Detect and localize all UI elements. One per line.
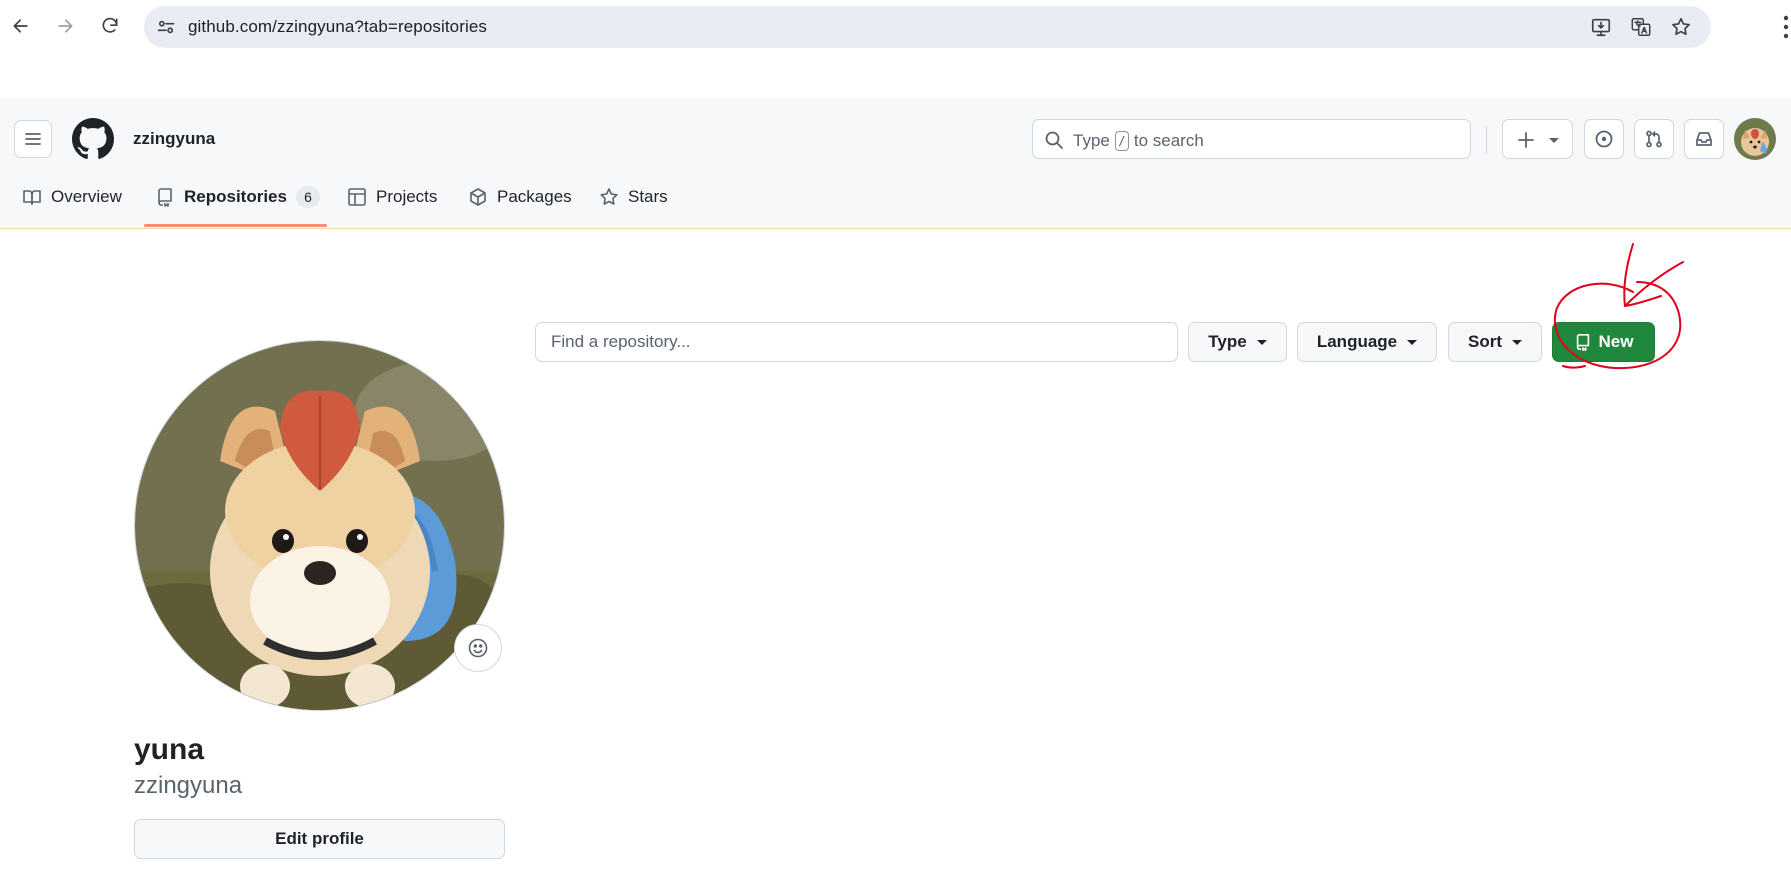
inbox-button[interactable] [1684, 119, 1724, 159]
search-shortcut-key: / [1114, 131, 1129, 151]
reload-button[interactable] [94, 10, 126, 42]
set-status-button[interactable] [454, 624, 502, 672]
type-filter-button[interactable]: Type [1188, 322, 1287, 362]
bookmark-star-icon[interactable] [1669, 15, 1693, 39]
header-divider [1486, 126, 1487, 154]
type-filter-label: Type [1208, 332, 1247, 351]
new-repository-button[interactable]: New [1552, 322, 1655, 362]
profile-name: yuna [134, 733, 205, 766]
tab-stars[interactable]: Stars [599, 180, 668, 214]
repositories-count-badge: 6 [295, 186, 320, 208]
search-placeholder: Type / to search [1073, 131, 1204, 151]
chevron-down-icon [1512, 339, 1522, 345]
tab-label: Repositories [184, 187, 287, 206]
browser-menu-icon[interactable] [1781, 14, 1791, 40]
github-header: zzingyuna Type / to search Overview Repo… [0, 98, 1791, 229]
tab-label: Overview [51, 187, 122, 206]
address-bar[interactable]: github.com/zzingyuna?tab=repositories [144, 6, 1711, 48]
chevron-down-icon [1549, 138, 1559, 143]
open-menu-button[interactable] [14, 120, 52, 158]
create-new-button[interactable] [1502, 119, 1573, 159]
install-app-icon[interactable] [1589, 15, 1613, 39]
chevron-down-icon [1407, 339, 1418, 345]
search-icon [1045, 131, 1063, 149]
profile-login: zzingyuna [134, 772, 243, 799]
forward-button[interactable] [49, 10, 81, 42]
repo-icon [158, 188, 172, 207]
tab-projects[interactable]: Projects [347, 180, 437, 214]
tab-repositories[interactable]: Repositories 6 [155, 180, 320, 214]
smiley-icon [468, 638, 488, 658]
search-suffix: to search [1133, 131, 1204, 150]
issue-opened-icon [1595, 130, 1613, 148]
tab-overview[interactable]: Overview [22, 180, 122, 214]
language-filter-button[interactable]: Language [1297, 322, 1437, 362]
issues-button[interactable] [1584, 119, 1624, 159]
tab-label: Projects [376, 187, 438, 206]
sort-filter-label: Sort [1468, 332, 1502, 351]
repo-icon [1576, 333, 1589, 351]
translate-icon[interactable] [1629, 15, 1653, 39]
sort-filter-button[interactable]: Sort [1448, 322, 1542, 362]
table-icon [348, 188, 366, 206]
hamburger-icon [25, 133, 41, 145]
url-text: github.com/zzingyuna?tab=repositories [188, 17, 488, 36]
star-icon [600, 188, 618, 205]
plus-icon [1518, 132, 1534, 148]
header-username[interactable]: zzingyuna [133, 129, 215, 149]
search-prefix: Type [1073, 131, 1110, 150]
browser-toolbar: github.com/zzingyuna?tab=repositories [0, 0, 1791, 54]
reload-icon [102, 17, 118, 33]
new-button-label: New [1598, 332, 1634, 351]
language-filter-label: Language [1316, 332, 1398, 351]
github-logo-icon[interactable] [72, 118, 114, 160]
user-avatar[interactable] [1734, 118, 1776, 160]
find-repository-input[interactable] [535, 322, 1178, 362]
back-button[interactable] [5, 10, 37, 42]
annotation-circle-arrow [1553, 243, 1684, 370]
search-input[interactable]: Type / to search [1032, 119, 1471, 159]
arrow-right-icon [58, 19, 73, 33]
profile-avatar[interactable] [134, 340, 505, 711]
pull-requests-button[interactable] [1634, 119, 1674, 159]
tab-label: Packages [497, 187, 572, 206]
active-tab-underline [144, 224, 327, 227]
inbox-icon [1696, 132, 1712, 146]
git-pull-request-icon [1646, 130, 1662, 148]
arrow-left-icon [13, 19, 28, 33]
site-settings-icon[interactable] [154, 15, 178, 39]
book-icon [23, 190, 41, 205]
chevron-down-icon [1256, 339, 1267, 345]
tab-packages[interactable]: Packages [468, 180, 572, 214]
package-icon [470, 188, 486, 206]
tab-label: Stars [628, 187, 668, 206]
edit-profile-button[interactable]: Edit profile [134, 819, 505, 859]
